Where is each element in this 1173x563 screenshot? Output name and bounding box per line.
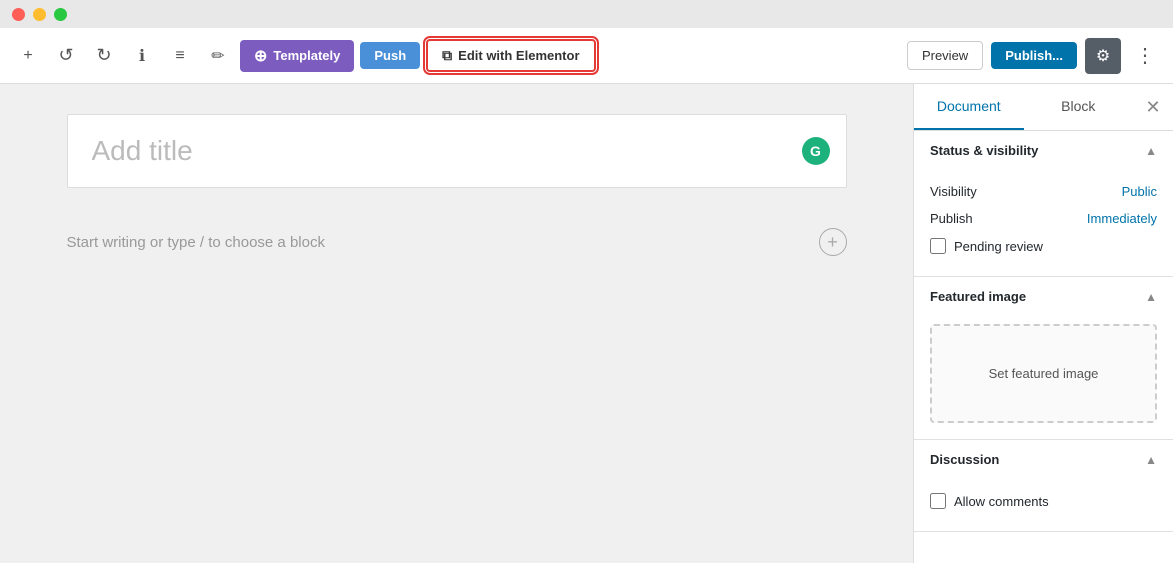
grammarly-icon: G [810,143,821,159]
pending-review-checkbox[interactable] [930,238,946,254]
title-block: G [67,114,847,188]
templately-icon: ⊕ [254,46,267,66]
close-icon: ✕ [1145,97,1160,118]
featured-image-section: Featured image ▲ Set featured image [914,277,1173,440]
publish-label: Publish... [1005,48,1063,63]
set-featured-image-label: Set featured image [989,366,1099,381]
undo-icon: ↺ [58,45,73,66]
discussion-header[interactable]: Discussion ▲ [914,440,1173,479]
elementor-icon: ⧉ [442,47,452,64]
list-icon: ≡ [175,47,184,65]
discussion-title: Discussion [930,452,999,467]
main-layout: G Start writing or type / to choose a bl… [0,84,1173,563]
push-button[interactable]: Push [360,42,420,69]
featured-image-content: Set featured image [914,316,1173,439]
publish-button[interactable]: Publish... [991,42,1077,69]
gear-icon: ⚙ [1096,46,1110,66]
allow-comments-row: Allow comments [930,487,1157,515]
templately-button[interactable]: ⊕ Templately [240,40,354,72]
title-bar [0,0,1173,28]
templately-label: Templately [273,48,340,63]
traffic-light-red[interactable] [12,8,25,21]
info-icon: ℹ [139,46,145,66]
toolbar-right: Preview Publish... ⚙ ⋮ [907,38,1161,74]
plus-circle-icon: + [827,232,838,253]
content-area: Start writing or type / to choose a bloc… [67,208,847,276]
settings-button[interactable]: ⚙ [1085,38,1121,74]
editor-area: G Start writing or type / to choose a bl… [0,84,913,563]
post-title-input[interactable] [92,135,822,167]
discussion-content: Allow comments [914,479,1173,531]
redo-icon: ↻ [96,45,111,66]
block-tab-label: Block [1061,98,1095,114]
tab-block[interactable]: Block [1024,84,1134,130]
grammarly-button[interactable]: G [802,137,830,165]
ellipsis-icon: ⋮ [1135,43,1155,68]
featured-image-header[interactable]: Featured image ▲ [914,277,1173,316]
more-options-button[interactable]: ⋮ [1129,40,1161,72]
allow-comments-label: Allow comments [954,494,1049,509]
document-tab-label: Document [937,98,1001,114]
push-label: Push [374,48,406,63]
sidebar-close-button[interactable]: ✕ [1133,84,1173,130]
chevron-up-icon: ▲ [1145,144,1157,158]
status-visibility-title: Status & visibility [930,143,1038,158]
plus-icon: + [23,47,32,65]
list-view-button[interactable]: ≡ [164,40,196,72]
pending-review-label: Pending review [954,239,1043,254]
visibility-value[interactable]: Public [1122,184,1157,199]
tools-button[interactable]: ✏ [202,40,234,72]
traffic-light-green[interactable] [54,8,67,21]
sidebar-tabs: Document Block ✕ [914,84,1173,131]
undo-button[interactable]: ↺ [50,40,82,72]
content-placeholder-text: Start writing or type / to choose a bloc… [67,234,325,251]
preview-label: Preview [922,48,968,63]
allow-comments-checkbox[interactable] [930,493,946,509]
add-block-inline-button[interactable]: + [819,228,847,256]
preview-button[interactable]: Preview [907,41,983,70]
discussion-section: Discussion ▲ Allow comments [914,440,1173,532]
tab-document[interactable]: Document [914,84,1024,130]
publish-row: Publish Immediately [930,205,1157,232]
elementor-label: Edit with Elementor [458,48,579,63]
add-block-toolbar-button[interactable]: + [12,40,44,72]
chevron-up-icon-featured: ▲ [1145,290,1157,304]
set-featured-image-button[interactable]: Set featured image [930,324,1157,423]
sidebar: Document Block ✕ Status & visibility ▲ V… [913,84,1173,563]
visibility-row: Visibility Public [930,178,1157,205]
pen-icon: ✏ [211,46,224,66]
status-visibility-content: Visibility Public Publish Immediately Pe… [914,170,1173,276]
main-toolbar: + ↺ ↻ ℹ ≡ ✏ ⊕ Templately Push ⧉ Edit wit… [0,28,1173,84]
visibility-label: Visibility [930,184,977,199]
publish-value[interactable]: Immediately [1087,211,1157,226]
status-visibility-header[interactable]: Status & visibility ▲ [914,131,1173,170]
status-visibility-section: Status & visibility ▲ Visibility Public … [914,131,1173,277]
info-button[interactable]: ℹ [126,40,158,72]
toolbar-left: + ↺ ↻ ℹ ≡ ✏ ⊕ Templately Push ⧉ Edit wit… [12,39,899,72]
featured-image-title: Featured image [930,289,1026,304]
chevron-up-icon-discussion: ▲ [1145,453,1157,467]
edit-with-elementor-button[interactable]: ⧉ Edit with Elementor [426,39,595,72]
redo-button[interactable]: ↻ [88,40,120,72]
traffic-light-yellow[interactable] [33,8,46,21]
publish-label: Publish [930,211,973,226]
pending-review-row: Pending review [930,232,1157,260]
